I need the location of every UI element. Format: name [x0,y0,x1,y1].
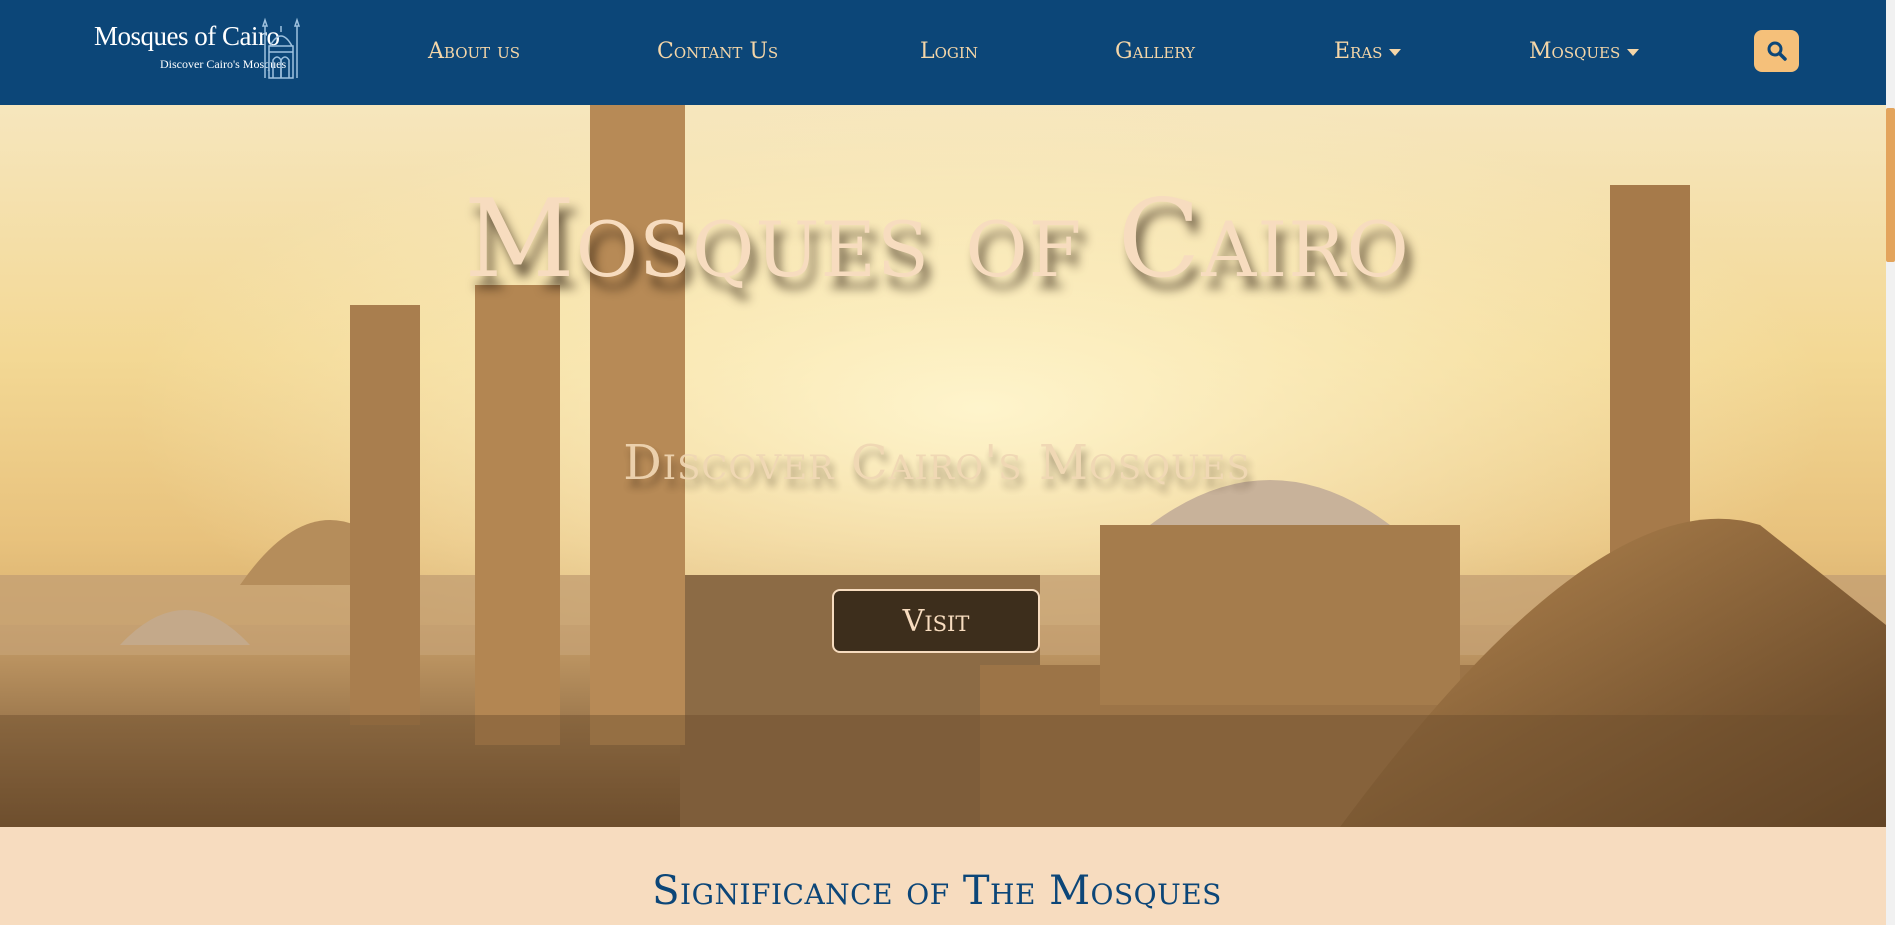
hero-title: Mosques of Cairo [464,177,1410,302]
logo-title: Mosques of Cairo [94,21,280,51]
mosque-emblem-icon [261,17,301,79]
nav-login[interactable]: Login [920,36,978,66]
nav-contact-us-label: Contant Us [657,38,779,64]
nav-gallery-label: Gallery [1115,38,1196,64]
brand-logo[interactable]: Mosques of Cairo Discover Cairo's Mosque… [94,16,306,82]
nav-mosques-label: Mosques [1529,38,1621,64]
nav-eras-label: Eras [1334,38,1383,64]
top-navbar: Mosques of Cairo Discover Cairo's Mosque… [0,0,1886,105]
visit-button[interactable]: Visit [832,589,1040,653]
nav-login-label: Login [920,38,978,64]
caret-down-icon [1627,48,1640,56]
caret-down-icon [1389,48,1402,56]
nav-gallery[interactable]: Gallery [1115,36,1195,66]
nav-contact-us[interactable]: Contant Us [657,36,778,66]
nav-about-us-label: About us [428,38,521,64]
search-icon [1767,41,1787,61]
nav-mosques-dropdown[interactable]: Mosques [1529,36,1640,66]
hero-subtitle: Discover Cairo's Mosques [623,435,1251,491]
nav-about-us[interactable]: About us [428,36,520,66]
hero-banner: Mosques of Cairo Discover Cairo's Mosque… [0,105,1886,827]
page-scrollbar-thumb[interactable] [1886,108,1895,262]
nav-eras-dropdown[interactable]: Eras [1334,36,1402,66]
section-heading: Significance of The Mosques [652,868,1222,914]
significance-section: Significance of The Mosques [0,827,1886,925]
search-button[interactable] [1754,30,1799,72]
